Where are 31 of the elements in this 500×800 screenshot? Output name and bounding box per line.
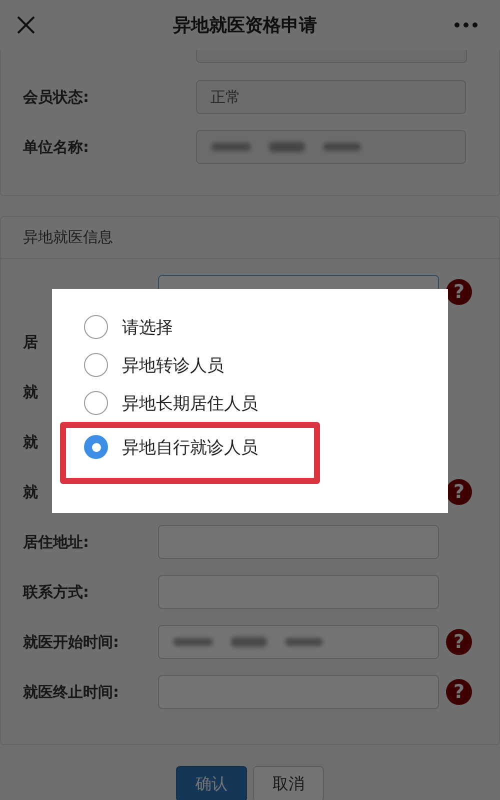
- help-icon[interactable]: ?: [446, 279, 472, 305]
- radio-button[interactable]: [84, 391, 108, 415]
- page-title: 异地就医资格申请: [173, 14, 317, 37]
- close-icon[interactable]: [16, 15, 36, 35]
- input-field[interactable]: [158, 625, 439, 659]
- confirm-button[interactable]: 确认: [176, 766, 247, 800]
- field-label: 就: [23, 482, 38, 502]
- input-field[interactable]: [196, 130, 466, 164]
- radio-button[interactable]: [84, 435, 108, 459]
- section-title: 异地就医信息: [23, 228, 113, 247]
- radio-option[interactable]: 异地自行就诊人员: [84, 428, 314, 466]
- field-label: 单位名称:: [23, 138, 90, 156]
- cancel-button[interactable]: 取消: [253, 766, 324, 800]
- radio-option[interactable]: 异地转诊人员: [84, 346, 314, 384]
- field-label: 就: [23, 382, 38, 402]
- radio-button[interactable]: [84, 353, 108, 377]
- more-icon[interactable]: [454, 22, 478, 28]
- field-label: 居住地址:: [23, 532, 89, 552]
- help-icon[interactable]: ?: [446, 679, 472, 705]
- input-field[interactable]: 正常: [196, 80, 466, 114]
- field-label: 居: [23, 332, 38, 352]
- radio-option[interactable]: 异地长期居住人员: [84, 384, 314, 422]
- field-label: 就医开始时间:: [23, 632, 119, 652]
- field-label: 联系方式:: [23, 582, 89, 602]
- help-icon[interactable]: ?: [446, 479, 472, 505]
- radio-option[interactable]: 请选择: [84, 308, 314, 346]
- field-label: 就: [23, 432, 38, 452]
- field-label: 会员状态:: [23, 88, 90, 106]
- field-label: 就医终止时间:: [23, 682, 119, 702]
- help-icon[interactable]: ?: [446, 629, 472, 655]
- radio-button[interactable]: [84, 315, 108, 339]
